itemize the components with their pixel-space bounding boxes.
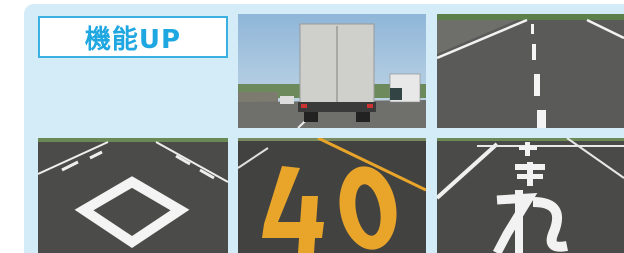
truck-rear-view-photo bbox=[238, 14, 426, 128]
badge-label: 機能UP bbox=[84, 24, 182, 55]
speed-40-road-marking-photo bbox=[238, 138, 426, 253]
highway-lane-lines-photo bbox=[437, 14, 624, 128]
feature-up-badge: 機能UP bbox=[38, 16, 228, 58]
tomare-stop-road-marking-photo bbox=[437, 138, 624, 253]
diamond-road-marking-photo bbox=[38, 138, 228, 253]
